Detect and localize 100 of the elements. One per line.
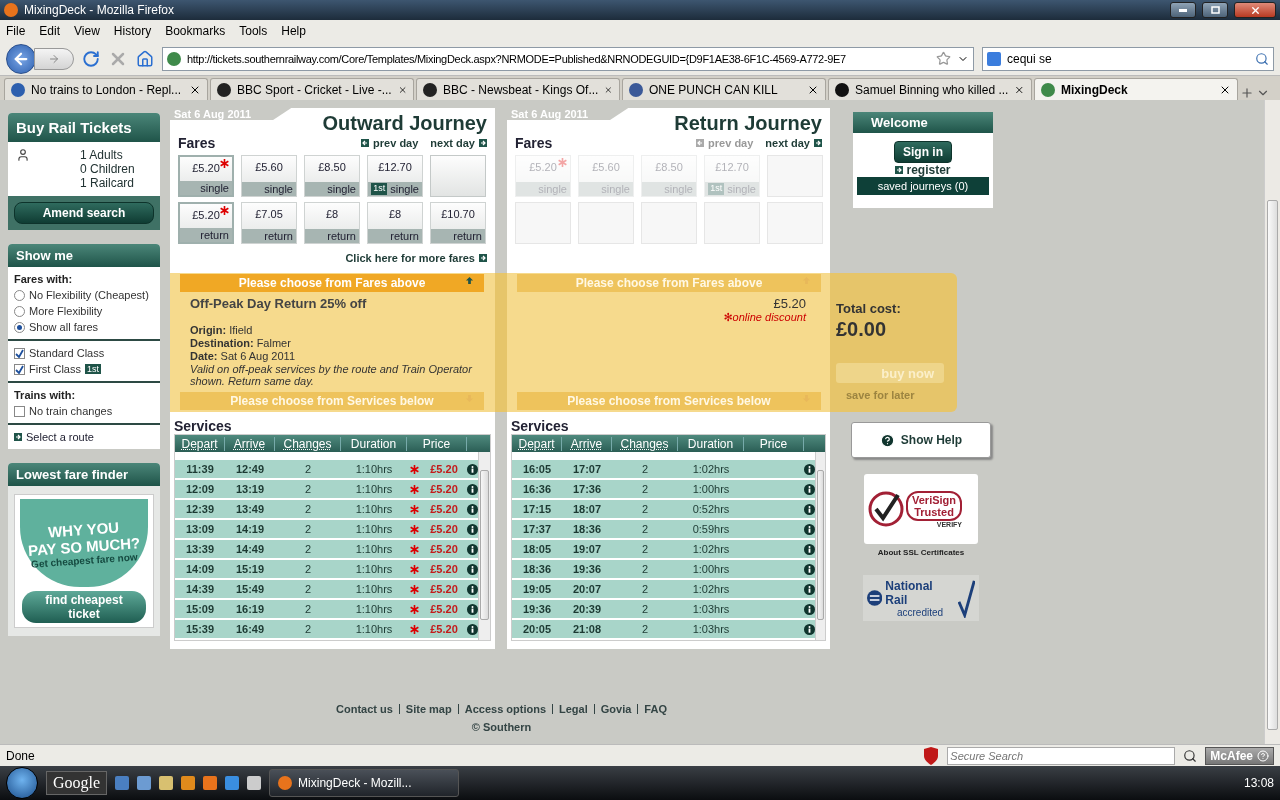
menu-item[interactable]: View xyxy=(74,24,100,38)
radio-button[interactable] xyxy=(14,321,25,333)
fare-tile[interactable]: £8.50 single xyxy=(304,155,360,197)
service-row[interactable]: 12:09 13:19 2 1:10hrs £5.20 xyxy=(175,480,478,500)
service-row[interactable]: 20:05 21:08 2 1:03hrs xyxy=(512,620,815,640)
menu-item[interactable]: Edit xyxy=(39,24,61,38)
quick-launch-icon[interactable] xyxy=(247,776,262,790)
service-row[interactable]: 18:05 19:07 2 1:02hrs xyxy=(512,540,815,560)
service-row[interactable]: 18:36 19:36 2 1:00hrs xyxy=(512,560,815,580)
menu-item[interactable]: Bookmarks xyxy=(165,24,226,38)
service-row[interactable]: 19:36 20:39 2 1:03hrs xyxy=(512,600,815,620)
menu-item[interactable]: History xyxy=(113,24,152,38)
show-help-button[interactable]: Show Help xyxy=(851,422,991,458)
maximize-button[interactable] xyxy=(1202,2,1228,18)
minimize-button[interactable] xyxy=(1170,2,1196,18)
register-link[interactable]: register xyxy=(895,163,951,177)
close-button[interactable] xyxy=(1234,2,1276,18)
column-header[interactable]: Changes xyxy=(612,436,678,451)
fare-tile[interactable]: £5.20 return xyxy=(178,202,234,244)
new-tab-icon[interactable] xyxy=(1240,86,1254,100)
service-row[interactable]: 16:36 17:36 2 1:00hrs xyxy=(512,480,815,500)
service-row[interactable]: 17:37 18:36 2 0:59hrs xyxy=(512,520,815,540)
checkbox-option[interactable]: First Class 1st xyxy=(14,363,154,375)
quick-launch-icon[interactable] xyxy=(137,776,152,790)
secure-search-field[interactable]: Secure Search xyxy=(947,746,1176,765)
fare-tile[interactable]: £12.70 1st single xyxy=(367,155,423,197)
service-row[interactable]: 19:05 20:07 2 1:02hrs xyxy=(512,580,815,600)
prev-day-link[interactable]: prev day xyxy=(361,137,419,149)
footer-link[interactable]: Site map xyxy=(405,703,452,715)
search-icon[interactable] xyxy=(1255,51,1269,66)
find-cheapest-button[interactable]: find cheapest ticket xyxy=(22,591,146,623)
quick-launch-icon[interactable] xyxy=(159,776,174,790)
address-bar[interactable]: http://tickets.southernrailway.com/Core/Templates/MixingDeck.aspx?NRMODE=Published&NRNODEGUID={D9F1AE38-6F1C-4569-A772-9E7 xyxy=(162,46,974,71)
service-row[interactable]: 15:09 16:19 2 1:10hrs £5.20 xyxy=(175,600,478,620)
footer-link[interactable]: Contact us xyxy=(336,703,393,715)
select-route-link[interactable]: Select a route xyxy=(14,431,154,443)
fare-tile[interactable]: £7.05 return xyxy=(241,202,297,244)
service-row[interactable]: 15:39 16:49 2 1:10hrs £5.20 xyxy=(175,620,478,640)
menu-item[interactable]: Help xyxy=(281,24,306,38)
column-header[interactable]: Price xyxy=(744,436,804,451)
scroll-thumb[interactable] xyxy=(1267,200,1278,730)
radio-option[interactable]: No Flexibility (Cheapest) xyxy=(14,289,154,301)
search-toolbar[interactable]: Google xyxy=(46,771,108,795)
taskbar-window-button[interactable]: MixingDeck - Mozill... xyxy=(269,769,460,797)
service-row[interactable]: 12:39 13:49 2 1:10hrs £5.20 xyxy=(175,500,478,520)
menu-item[interactable]: Tools xyxy=(239,24,268,38)
next-day-link[interactable]: next day xyxy=(430,137,487,149)
footer-link[interactable]: Govia xyxy=(600,703,632,715)
checkbox[interactable] xyxy=(14,363,25,375)
fare-tile[interactable]: £5.20 single xyxy=(178,155,234,197)
column-header[interactable]: Arrive xyxy=(225,436,275,451)
column-header[interactable]: Duration xyxy=(678,436,744,451)
column-header[interactable]: Price xyxy=(407,436,467,451)
checkbox-option[interactable]: No train changes xyxy=(14,405,154,417)
service-row[interactable]: 14:39 15:49 2 1:10hrs £5.20 xyxy=(175,580,478,600)
back-button[interactable] xyxy=(6,43,36,74)
service-row[interactable]: 16:05 17:07 2 1:02hrs xyxy=(512,460,815,480)
quick-launch-icon[interactable] xyxy=(181,776,196,790)
service-row[interactable]: 13:39 14:49 2 1:10hrs £5.20 xyxy=(175,540,478,560)
radio-button[interactable] xyxy=(14,305,25,317)
scrollbar[interactable] xyxy=(815,452,825,640)
start-button[interactable] xyxy=(6,767,38,799)
scrollbar[interactable] xyxy=(478,452,490,640)
search-button[interactable] xyxy=(1183,748,1198,763)
home-button[interactable] xyxy=(136,49,154,68)
search-field[interactable]: cequi se xyxy=(982,46,1274,71)
scroll-thumb[interactable] xyxy=(480,470,489,620)
quick-launch-icon[interactable] xyxy=(203,776,218,790)
service-row[interactable]: 17:15 18:07 2 0:52hrs xyxy=(512,500,815,520)
service-row[interactable]: 13:09 14:19 2 1:10hrs £5.20 xyxy=(175,520,478,540)
checkbox-option[interactable]: Standard Class xyxy=(14,347,154,359)
reload-button[interactable] xyxy=(82,49,100,68)
browser-tab[interactable]: BBC Sport - Cricket - Live -... xyxy=(210,78,414,100)
more-fares-link[interactable]: Click here for more fares xyxy=(337,248,495,268)
browser-tab[interactable]: MixingDeck xyxy=(1034,78,1238,100)
service-row[interactable]: 14:09 15:19 2 1:10hrs £5.20 xyxy=(175,560,478,580)
fare-tile[interactable]: £8 return xyxy=(367,202,423,244)
footer-link[interactable]: Access options xyxy=(464,703,547,715)
browser-tab[interactable]: ONE PUNCH CAN KILL xyxy=(622,78,826,100)
radio-button[interactable] xyxy=(14,289,25,301)
browser-tab[interactable]: No trains to London - Repl... xyxy=(4,78,208,100)
radio-option[interactable]: More Flexibility xyxy=(14,305,154,317)
radio-option[interactable]: Show all fares xyxy=(14,321,154,333)
checkbox[interactable] xyxy=(14,347,25,359)
scroll-thumb[interactable] xyxy=(817,470,824,620)
saved-journeys-link[interactable]: saved journeys (0) xyxy=(857,177,989,195)
fare-tile[interactable]: £8 return xyxy=(304,202,360,244)
quick-launch-icon[interactable] xyxy=(225,776,240,790)
fare-tile[interactable]: £5.60 single xyxy=(241,155,297,197)
column-header[interactable]: Arrive xyxy=(562,436,612,451)
footer-link[interactable]: FAQ xyxy=(644,703,667,715)
service-row[interactable]: 11:39 12:49 2 1:10hrs £5.20 xyxy=(175,460,478,480)
column-header[interactable]: Duration xyxy=(341,436,407,451)
browser-tab[interactable]: BBC - Newsbeat - Kings Of... xyxy=(416,78,620,100)
fare-tile[interactable]: £10.70 return xyxy=(430,202,486,244)
amend-search-button[interactable]: Amend search xyxy=(14,202,154,224)
browser-tab[interactable]: Samuel Binning who killed ... xyxy=(828,78,1032,100)
column-header[interactable]: Depart xyxy=(175,436,225,451)
menu-item[interactable]: File xyxy=(6,24,26,38)
checkbox[interactable] xyxy=(14,405,25,417)
